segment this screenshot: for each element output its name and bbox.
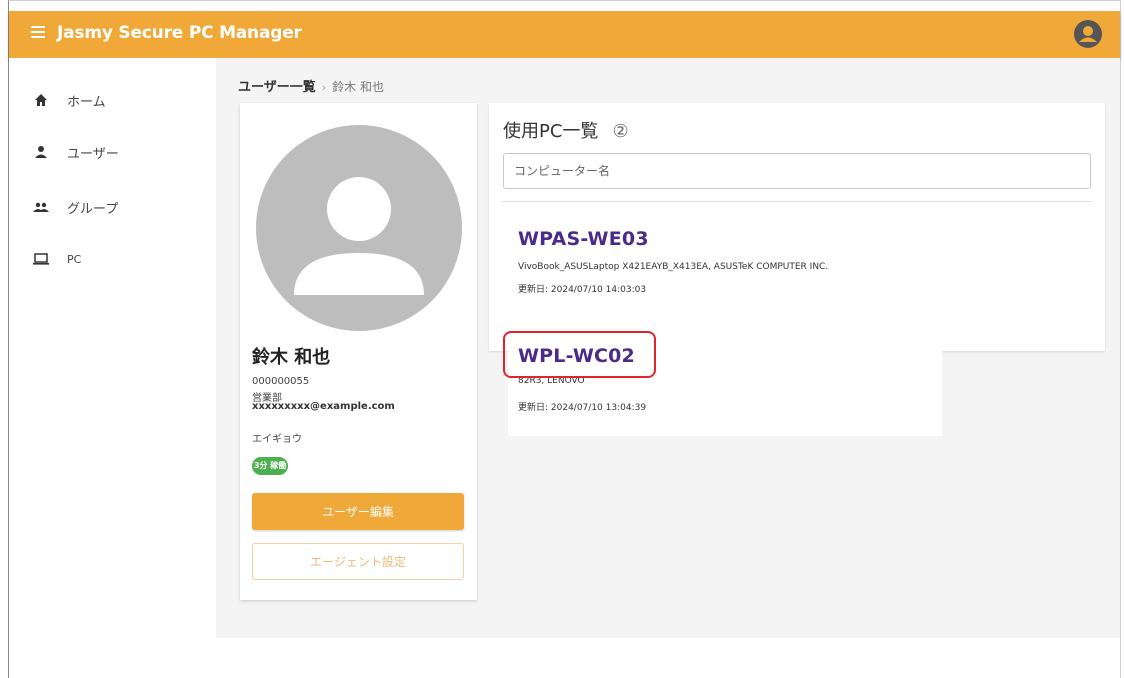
user-id: 000000055 xyxy=(252,376,310,387)
laptop-icon xyxy=(33,253,49,265)
status-badge: 3分 稼働 xyxy=(252,457,288,475)
divider xyxy=(501,201,1093,202)
person-icon xyxy=(35,146,47,158)
sidebar-item-label: ユーザー xyxy=(67,146,119,162)
pc-name-link[interactable]: WPAS-WE03 xyxy=(518,228,649,250)
sidebar-item-label: PC xyxy=(67,252,82,266)
pc-list-title: 使用PC一覧 ② xyxy=(503,117,629,143)
account-icon[interactable] xyxy=(1074,20,1102,48)
app-title: Jasmy Secure PC Manager xyxy=(57,23,302,43)
breadcrumb-parent-link[interactable]: ユーザー一覧 xyxy=(238,80,316,95)
menu-icon[interactable] xyxy=(31,26,45,38)
agent-settings-button[interactable]: エージェント設定 xyxy=(252,543,464,580)
step-marker: ② xyxy=(612,121,629,142)
pc-updated-date: 更新日: 2024/07/10 13:04:39 xyxy=(518,403,647,413)
user-name: 鈴木 和也 xyxy=(252,347,331,368)
edit-user-button[interactable]: ユーザー編集 xyxy=(252,493,464,530)
avatar xyxy=(256,125,462,331)
pc-model: VivoBook_ASUSLaptop X421EAYB_X413EA, ASU… xyxy=(518,262,829,272)
pc-list-item[interactable]: WPAS-WE03 VivoBook_ASUSLaptop X421EAYB_X… xyxy=(508,210,1088,310)
computer-name-search-input[interactable] xyxy=(503,153,1091,189)
user-kana: エイギョウ xyxy=(252,434,302,445)
sidebar-item-label: グループ xyxy=(67,201,119,217)
breadcrumb-current: 鈴木 和也 xyxy=(332,80,384,94)
sidebar-item-pc[interactable]: PC xyxy=(9,244,209,274)
breadcrumb-separator: › xyxy=(321,81,327,94)
highlight-annotation xyxy=(503,331,656,378)
user-email: xxxxxxxxx@example.com xyxy=(252,401,395,412)
sidebar-item-home[interactable]: ホーム xyxy=(9,85,209,115)
pc-updated-date: 更新日: 2024/07/10 14:03:03 xyxy=(518,285,647,295)
sidebar-item-users[interactable]: ユーザー xyxy=(9,137,209,167)
sidebar-item-groups[interactable]: グループ xyxy=(9,192,209,222)
sidebar: ホーム ユーザー グループ PC xyxy=(9,58,216,678)
group-icon xyxy=(33,202,49,212)
breadcrumb: ユーザー一覧 › 鈴木 和也 xyxy=(238,76,384,95)
user-avatar-icon xyxy=(294,177,424,295)
app-bar: Jasmy Secure PC Manager xyxy=(9,11,1120,58)
pc-list-title-text: 使用PC一覧 xyxy=(503,121,599,142)
sidebar-item-label: ホーム xyxy=(67,94,106,110)
home-icon xyxy=(35,94,47,106)
pc-list-item-bg xyxy=(942,320,1104,351)
user-card: 鈴木 和也 000000055 営業部 xxxxxxxxx@example.co… xyxy=(240,103,477,600)
